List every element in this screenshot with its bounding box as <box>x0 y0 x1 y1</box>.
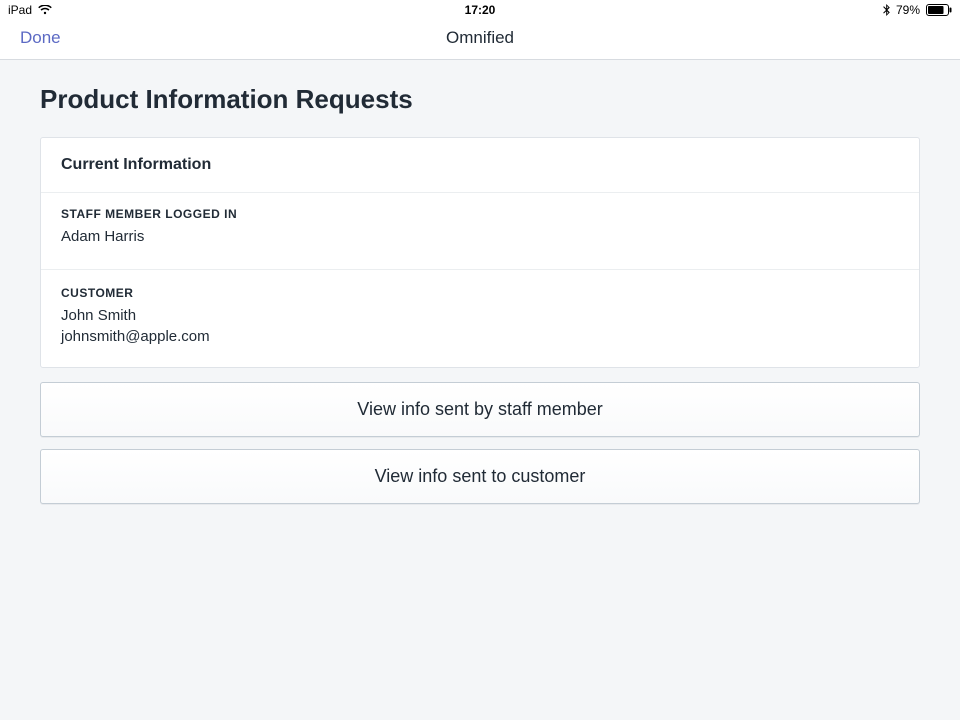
content-area: Product Information Requests Current Inf… <box>0 60 960 556</box>
customer-row: CUSTOMER John Smith johnsmith@apple.com <box>41 270 919 367</box>
nav-title: Omnified <box>446 28 514 48</box>
customer-label: CUSTOMER <box>61 286 899 300</box>
wifi-icon <box>38 5 52 15</box>
current-info-card: Current Information STAFF MEMBER LOGGED … <box>40 137 920 368</box>
bluetooth-icon <box>883 4 890 16</box>
done-button[interactable]: Done <box>20 28 61 48</box>
customer-name: John Smith <box>61 306 899 326</box>
view-staff-info-button[interactable]: View info sent by staff member <box>40 382 920 437</box>
status-time: 17:20 <box>465 3 496 17</box>
page-title: Product Information Requests <box>40 84 920 115</box>
staff-label: STAFF MEMBER LOGGED IN <box>61 207 899 221</box>
view-customer-info-button[interactable]: View info sent to customer <box>40 449 920 504</box>
card-heading: Current Information <box>61 156 899 174</box>
battery-icon <box>926 4 952 16</box>
staff-name: Adam Harris <box>61 227 899 247</box>
card-heading-row: Current Information <box>41 138 919 193</box>
ios-status-bar: iPad 17:20 79% <box>0 0 960 20</box>
nav-bar: Done Omnified <box>0 20 960 60</box>
customer-email: johnsmith@apple.com <box>61 327 899 347</box>
staff-row: STAFF MEMBER LOGGED IN Adam Harris <box>41 193 919 270</box>
battery-text: 79% <box>896 3 920 17</box>
device-label: iPad <box>8 3 32 17</box>
